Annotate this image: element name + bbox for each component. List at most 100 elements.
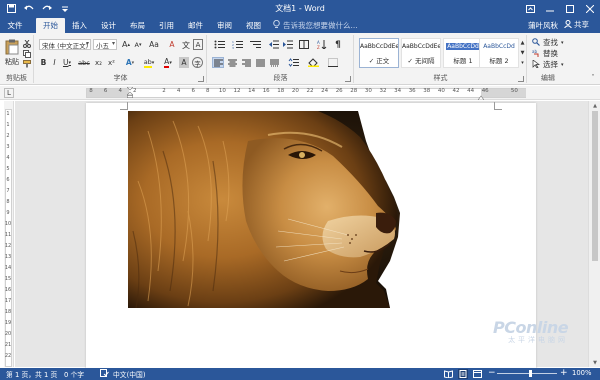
zoom-level[interactable]: 100% <box>572 369 591 377</box>
text-effects-button[interactable]: A ▾ <box>123 57 137 68</box>
shrink-font-button[interactable]: A ▾ <box>133 39 143 50</box>
grow-font-button[interactable]: A ▴ <box>121 39 131 50</box>
web-layout-icon[interactable] <box>473 370 482 378</box>
font-size-combo[interactable]: 小五 ▾ <box>93 39 117 50</box>
zoom-out-icon[interactable]: − <box>488 368 496 378</box>
select-button[interactable]: 选择 ▾ <box>532 58 564 70</box>
vertical-scrollbar[interactable]: ▲ ▼ <box>588 101 600 367</box>
numbering-icon[interactable]: 123 <box>230 39 244 50</box>
read-mode-icon[interactable] <box>444 370 453 378</box>
scroll-up-icon[interactable]: ▲ <box>589 101 600 110</box>
horizontal-ruler[interactable]: 8 6 4 2 2 4 6 8 10 12 14 16 18 20 22 24 26 28 30 32 34 36 38 40… <box>86 86 526 101</box>
char-shading-button[interactable]: A <box>179 57 189 68</box>
tab-stop-selector[interactable]: L <box>4 88 14 98</box>
show-marks-icon[interactable]: ¶ <box>332 39 344 50</box>
user-name[interactable]: 蒲叶风秋 <box>528 20 558 31</box>
ruler-number: 8 <box>89 88 93 94</box>
highlight-button[interactable]: ab ▾ <box>141 57 157 68</box>
multilevel-list-icon[interactable] <box>248 39 262 50</box>
tab-mailings[interactable]: 邮件 <box>181 18 210 33</box>
language-status[interactable]: 中文(中国) <box>113 369 146 379</box>
tell-me-box[interactable]: 告诉我您想要做什么... <box>273 19 358 31</box>
tab-home[interactable]: 开始 <box>36 18 65 33</box>
font-dialog-launcher[interactable] <box>198 76 204 82</box>
style-no-spacing-sample: AaBbCcDdEe <box>402 43 440 50</box>
minimize-icon[interactable] <box>540 0 560 17</box>
italic-label: I <box>53 58 56 67</box>
find-button[interactable]: 查找 ▾ <box>532 37 564 48</box>
tab-references[interactable]: 引用 <box>152 18 181 33</box>
proofing-status[interactable] <box>100 369 109 379</box>
font-name-combo[interactable]: 宋体 (中文正文) ▾ <box>39 39 91 50</box>
change-case-button[interactable]: Aa <box>147 39 161 50</box>
chevron-down-icon[interactable]: ▾ <box>86 40 89 47</box>
indent-marker[interactable] <box>126 86 134 99</box>
bold-button[interactable]: B <box>39 57 48 68</box>
style-normal[interactable]: AaBbCcDdEe ✓ 正文 <box>359 38 399 68</box>
align-left-icon[interactable] <box>212 57 224 68</box>
scrollbar-thumb[interactable] <box>592 111 598 261</box>
chevron-down-icon[interactable]: ▾ <box>112 40 115 47</box>
enclose-char-button[interactable]: 字 <box>192 57 203 68</box>
paste-button[interactable]: 粘贴 <box>3 37 21 69</box>
borders-icon[interactable] <box>326 57 340 68</box>
styles-more-icon[interactable]: ▾ <box>519 58 526 68</box>
vertical-ruler-number: 1 <box>6 122 10 128</box>
copy-icon[interactable] <box>22 49 32 58</box>
sort-icon[interactable]: AZ <box>316 39 328 50</box>
decrease-indent-icon[interactable] <box>268 39 280 50</box>
strikethrough-button[interactable]: abc <box>77 57 91 68</box>
font-color-button[interactable]: A ▾ <box>161 57 175 68</box>
tab-file[interactable]: 文件 <box>4 18 26 32</box>
char-border-button[interactable]: A <box>193 39 203 50</box>
justify-icon[interactable] <box>254 57 266 68</box>
distributed-icon[interactable] <box>268 57 280 68</box>
tab-review[interactable]: 审阅 <box>210 18 239 33</box>
align-right-icon[interactable] <box>240 57 252 68</box>
page-count[interactable]: 第 1 页，共 1 页 <box>6 369 57 379</box>
styles-scroll-down-icon[interactable]: ▼ <box>519 48 526 58</box>
subscript-button[interactable]: x₂ <box>93 57 104 68</box>
styles-scroll-up-icon[interactable]: ▲ <box>519 38 526 48</box>
superscript-button[interactable]: x² <box>106 57 117 68</box>
ribbon-options-icon[interactable] <box>520 0 540 17</box>
vertical-ruler[interactable]: 1 1 2 3 4 5 6 7 8 9 10 11 12 13 14 15 16 17 18 19 20 21 22 <box>4 101 14 367</box>
underline-button[interactable]: U ▾ <box>61 57 73 68</box>
document-page[interactable] <box>86 102 536 373</box>
tab-layout[interactable]: 布局 <box>123 18 152 33</box>
pinyin-button[interactable]: 文 <box>181 39 191 50</box>
close-icon[interactable] <box>580 0 600 17</box>
collapse-ribbon-icon[interactable]: ˄ <box>588 73 598 81</box>
paragraph-dialog-launcher[interactable] <box>345 76 351 82</box>
chinese-layout-icon[interactable] <box>298 39 310 50</box>
format-painter-icon[interactable] <box>22 59 32 68</box>
cut-icon[interactable] <box>22 39 32 48</box>
tab-view[interactable]: 视图 <box>239 18 268 33</box>
tab-design[interactable]: 设计 <box>94 18 123 33</box>
lion-photo[interactable] <box>128 111 404 309</box>
line-spacing-icon[interactable] <box>286 57 300 68</box>
styles-dialog-launcher[interactable] <box>518 76 524 82</box>
clear-format-button[interactable]: A <box>167 39 177 50</box>
zoom-slider[interactable] <box>497 373 557 374</box>
align-center-icon[interactable] <box>226 57 238 68</box>
style-heading-1[interactable]: AaBbCcDd 标题 1 <box>443 38 483 68</box>
zoom-slider-thumb[interactable] <box>529 370 532 377</box>
bullets-icon[interactable] <box>212 39 226 50</box>
ruler-number: 30 <box>364 88 372 94</box>
word-count[interactable]: 0 个字 <box>64 369 84 379</box>
shading-icon[interactable] <box>306 57 320 68</box>
style-no-spacing[interactable]: AaBbCcDdEe ✓ 无间隔 <box>401 38 441 68</box>
increase-indent-icon[interactable] <box>282 39 294 50</box>
scroll-down-icon[interactable]: ▼ <box>589 358 600 367</box>
share-button[interactable]: 共享 <box>564 19 589 30</box>
style-heading-2[interactable]: AaBbCcDd 标题 2 <box>479 38 519 68</box>
replace-button[interactable]: ab 替换 <box>532 48 558 59</box>
print-layout-icon[interactable] <box>458 369 468 379</box>
right-indent-marker[interactable] <box>477 93 485 101</box>
restore-icon[interactable] <box>560 0 580 17</box>
tab-insert[interactable]: 插入 <box>65 18 94 33</box>
zoom-in-icon[interactable]: + <box>560 368 568 378</box>
italic-button[interactable]: I <box>50 57 59 68</box>
style-heading-2-sample: AaBbCcDd <box>483 43 515 50</box>
